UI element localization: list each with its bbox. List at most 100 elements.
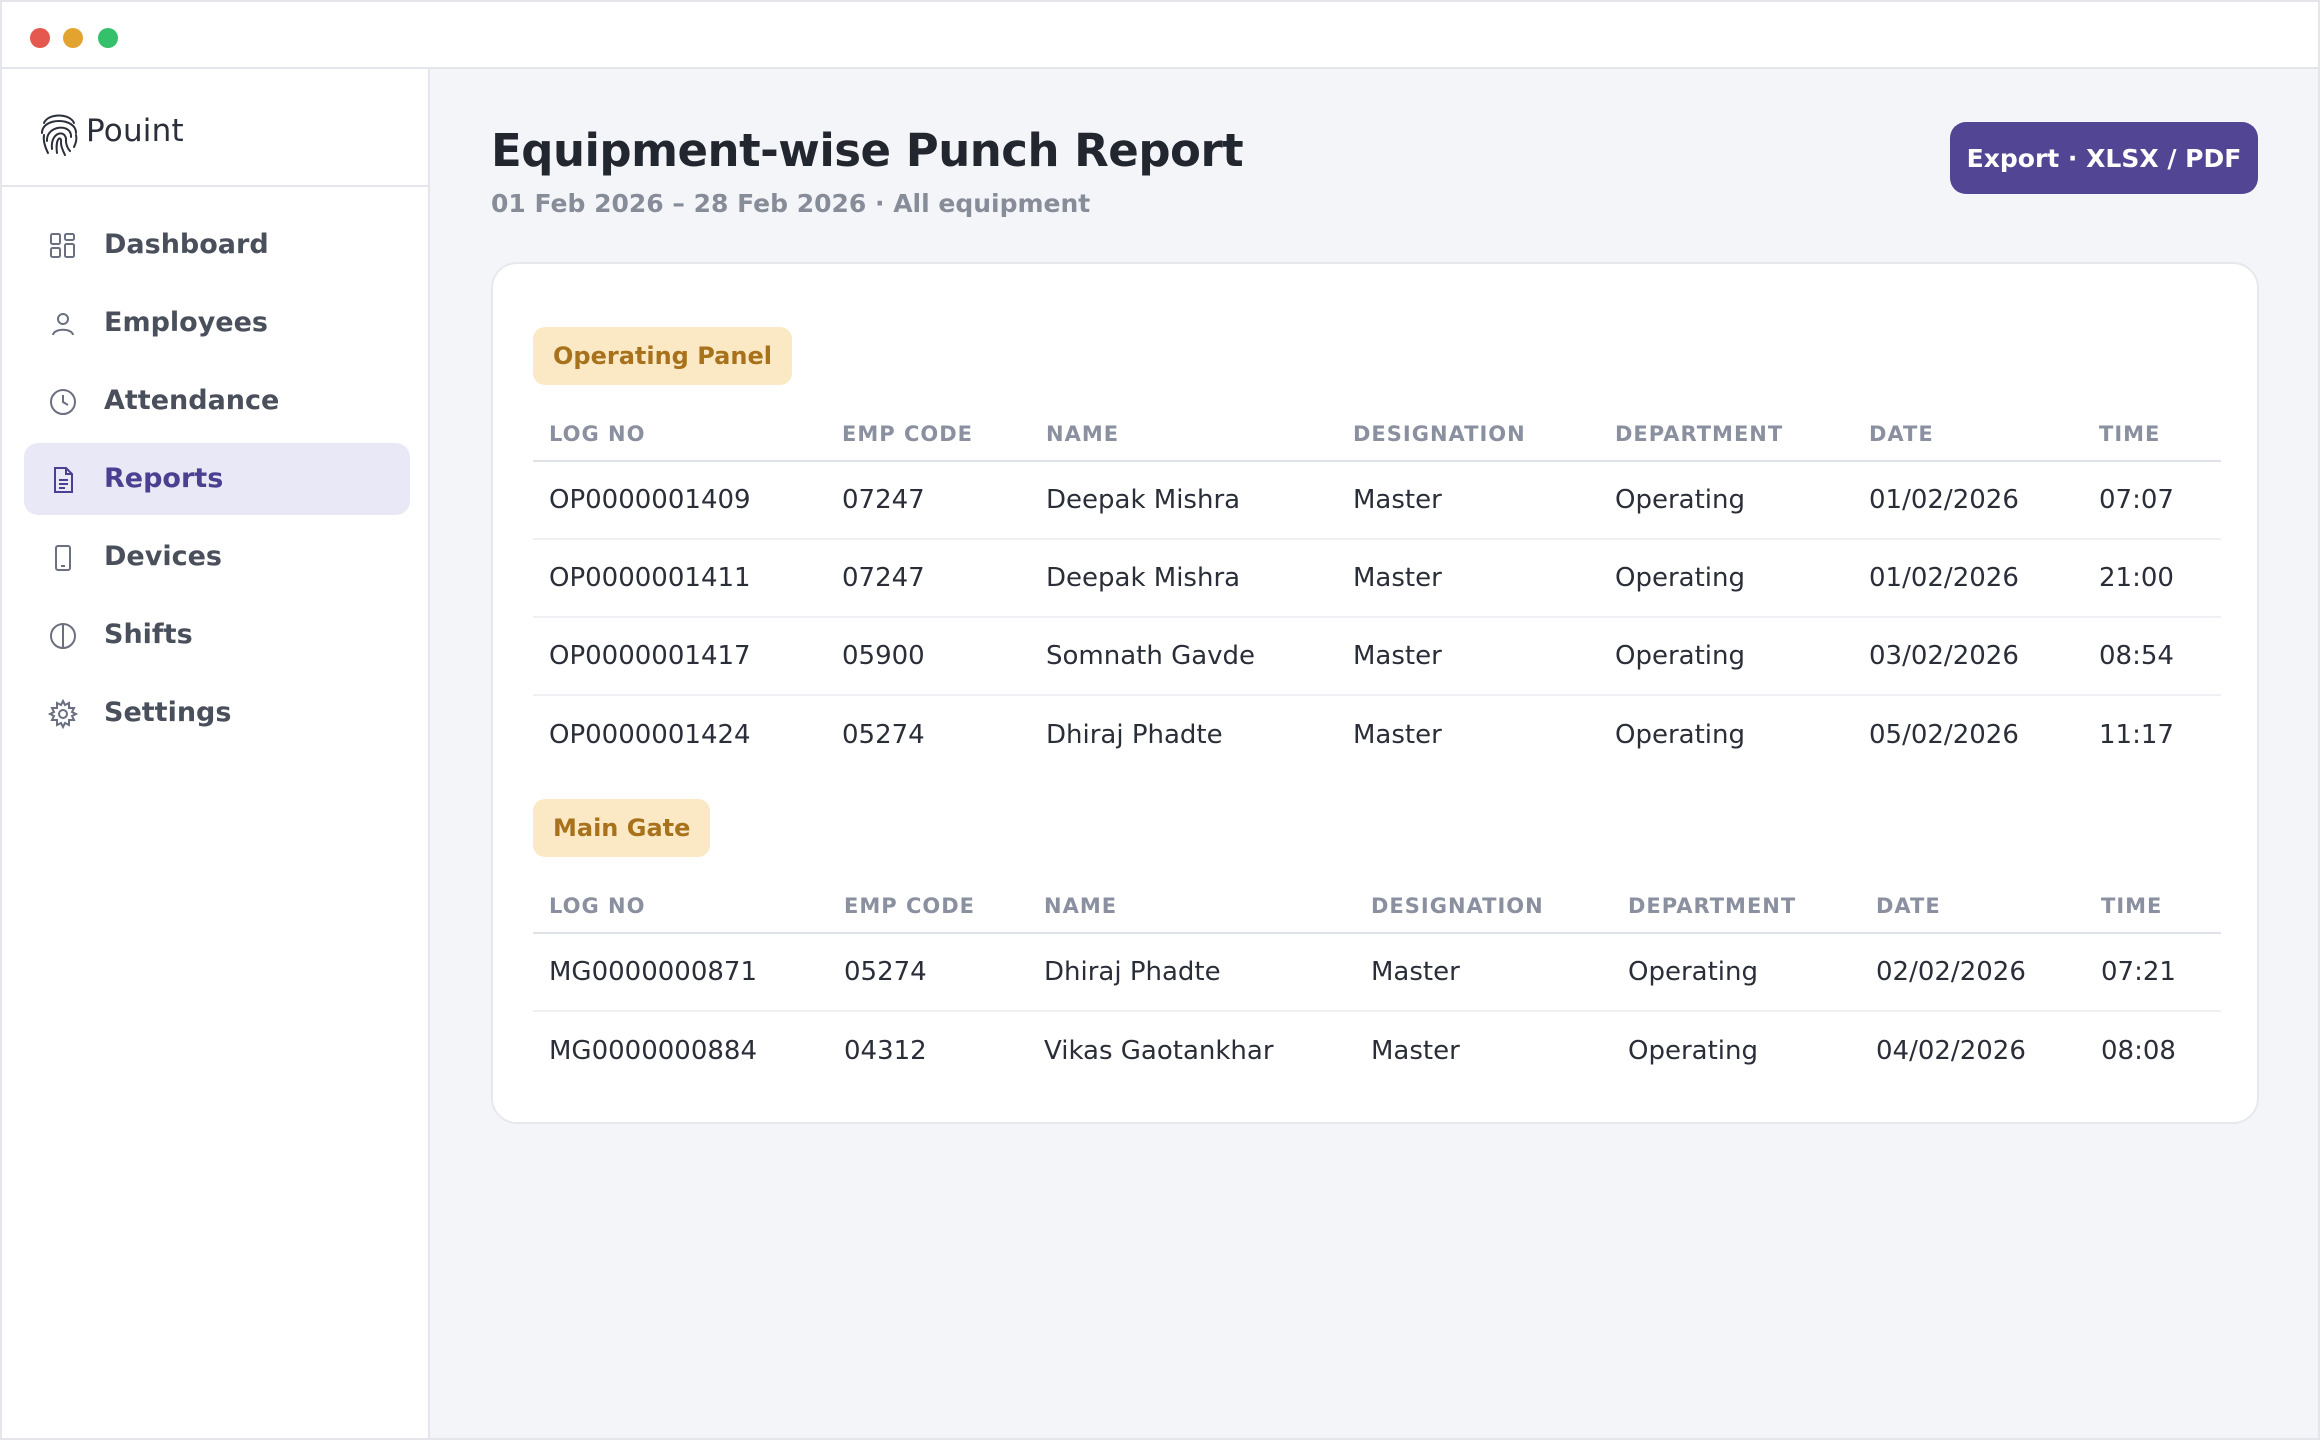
cell-date: 02/02/2026: [1860, 933, 2085, 1012]
brand[interactable]: Pouint: [2, 69, 430, 187]
table-header-row: LOG NO EMP CODE NAME DESIGNATION DEPARTM…: [533, 879, 2221, 934]
half-circle-icon: [50, 623, 76, 649]
cell-date: 04/02/2026: [1876, 1035, 2026, 1066]
page-title: Equipment-wise Punch Report: [491, 124, 1244, 177]
sidebar-item-devices[interactable]: Devices: [24, 521, 410, 593]
cell-log-no: OP0000001409: [533, 461, 826, 540]
cell-time: 21:00: [2083, 539, 2221, 618]
cell-date: 01/02/2026: [1853, 539, 2083, 618]
gear-icon: [48, 699, 78, 729]
sidebar-item-label: Dashboard: [104, 229, 269, 260]
cell-log-no: OP0000001424: [549, 719, 751, 750]
cell-time: 11:17: [2099, 719, 2174, 750]
cell-log-no: OP0000001417: [533, 617, 826, 696]
column-header[interactable]: NAME: [1028, 879, 1355, 934]
window-titlebar: [0, 0, 2320, 69]
cell-designation: Master: [1371, 1035, 1460, 1066]
sidebar-item-reports[interactable]: Reports: [24, 443, 410, 515]
cell-designation: Master: [1337, 461, 1599, 540]
column-header[interactable]: DATE: [1853, 407, 2083, 462]
cell-emp-code: 07247: [826, 461, 1030, 540]
cell-emp-code: 05274: [828, 933, 1028, 1012]
sidebar-item-label: Settings: [104, 697, 232, 728]
fingerprint-logo-icon: [41, 114, 78, 156]
cell-time: 07:07: [2083, 461, 2221, 540]
table-row[interactable]: OP0000001409 07247 Deepak Mishra Master …: [533, 461, 2221, 540]
cell-time: 08:54: [2083, 617, 2221, 696]
document-icon: [54, 467, 73, 493]
sidebar-item-label: Reports: [104, 463, 224, 494]
column-header[interactable]: DEPARTMENT: [1612, 879, 1860, 934]
table-row[interactable]: MG0000000871 05274 Dhiraj Phadte Master …: [533, 933, 2221, 1012]
cell-emp-code: 05900: [826, 617, 1030, 696]
column-header[interactable]: TIME: [2085, 879, 2221, 934]
column-header[interactable]: DESIGNATION: [1337, 407, 1599, 462]
brand-name: Pouint: [86, 113, 184, 149]
report-card: Operating Panel LOG NO EMP CODE NAME DES…: [491, 262, 2259, 1124]
cell-time: 07:21: [2085, 933, 2221, 1012]
cell-department: Operating: [1615, 719, 1745, 750]
column-header[interactable]: EMP CODE: [826, 407, 1030, 462]
clock-icon: [50, 389, 76, 415]
cell-log-no: MG0000000884: [549, 1035, 757, 1066]
cell-department: Operating: [1599, 461, 1853, 540]
cell-name: Dhiraj Phadte: [1028, 933, 1355, 1012]
cell-department: Operating: [1612, 933, 1860, 1012]
column-header[interactable]: LOG NO: [533, 879, 828, 934]
phone-icon: [55, 545, 71, 571]
column-header[interactable]: TIME: [2083, 407, 2221, 462]
sidebar-item-employees[interactable]: Employees: [24, 287, 410, 359]
page-subtitle: 01 Feb 2026 – 28 Feb 2026 · All equipmen…: [491, 189, 1091, 218]
punch-table: LOG NO EMP CODE NAME DESIGNATION DEPARTM…: [533, 407, 2221, 773]
window-maximize-button[interactable]: [98, 28, 118, 48]
cell-name: Somnath Gavde: [1030, 617, 1337, 696]
cell-designation: Master: [1355, 933, 1612, 1012]
sidebar-nav: Dashboard Employees Attendance Reports D…: [24, 209, 410, 755]
cell-time: 08:08: [2101, 1035, 2176, 1066]
sidebar-item-settings[interactable]: Settings: [24, 677, 410, 749]
sidebar-item-label: Devices: [104, 541, 222, 572]
cell-designation: Master: [1337, 617, 1599, 696]
equipment-tag: Operating Panel: [533, 327, 792, 385]
table-row[interactable]: MG0000000884 04312 Vikas Gaotankhar Mast…: [533, 1011, 2221, 1089]
cell-designation: Master: [1353, 719, 1442, 750]
cell-department: Operating: [1599, 539, 1853, 618]
cell-designation: Master: [1337, 539, 1599, 618]
table-row[interactable]: OP0000001417 05900 Somnath Gavde Master …: [533, 617, 2221, 696]
column-header[interactable]: DATE: [1860, 879, 2085, 934]
column-header[interactable]: EMP CODE: [828, 879, 1028, 934]
cell-emp-code: 04312: [844, 1035, 927, 1066]
user-icon: [52, 313, 74, 336]
cell-date: 03/02/2026: [1853, 617, 2083, 696]
export-button[interactable]: Export · XLSX / PDF: [1950, 122, 2258, 194]
cell-department: Operating: [1599, 617, 1853, 696]
window-minimize-button[interactable]: [63, 28, 83, 48]
sidebar-item-shifts[interactable]: Shifts: [24, 599, 410, 671]
cell-date: 01/02/2026: [1853, 461, 2083, 540]
cell-log-no: MG0000000871: [533, 933, 828, 1012]
cell-emp-code: 05274: [842, 719, 925, 750]
punch-table: LOG NO EMP CODE NAME DESIGNATION DEPARTM…: [533, 879, 2221, 1089]
window-close-button[interactable]: [30, 28, 50, 48]
cell-name: Deepak Mishra: [1030, 461, 1337, 540]
cell-emp-code: 07247: [826, 539, 1030, 618]
cell-log-no: OP0000001411: [533, 539, 826, 618]
table-row[interactable]: OP0000001424 05274 Dhiraj Phadte Master …: [533, 695, 2221, 773]
grid-icon: [50, 233, 75, 258]
column-header[interactable]: DESIGNATION: [1355, 879, 1612, 934]
sidebar-item-label: Attendance: [104, 385, 280, 416]
column-header[interactable]: NAME: [1030, 407, 1337, 462]
sidebar-item-attendance[interactable]: Attendance: [24, 365, 410, 437]
cell-date: 05/02/2026: [1869, 719, 2019, 750]
sidebar-item-dashboard[interactable]: Dashboard: [24, 209, 410, 281]
sidebar: Pouint Dashboard Employees Attendance Re…: [0, 69, 430, 1440]
cell-name: Dhiraj Phadte: [1046, 719, 1223, 750]
main-content: Equipment-wise Punch Report 01 Feb 2026 …: [430, 69, 2320, 1440]
column-header[interactable]: LOG NO: [533, 407, 826, 462]
cell-name: Vikas Gaotankhar: [1044, 1035, 1274, 1066]
equipment-tag: Main Gate: [533, 799, 711, 857]
column-header[interactable]: DEPARTMENT: [1599, 407, 1853, 462]
table-row[interactable]: OP0000001411 07247 Deepak Mishra Master …: [533, 539, 2221, 618]
table-header-row: LOG NO EMP CODE NAME DESIGNATION DEPARTM…: [533, 407, 2221, 462]
cell-name: Deepak Mishra: [1030, 539, 1337, 618]
